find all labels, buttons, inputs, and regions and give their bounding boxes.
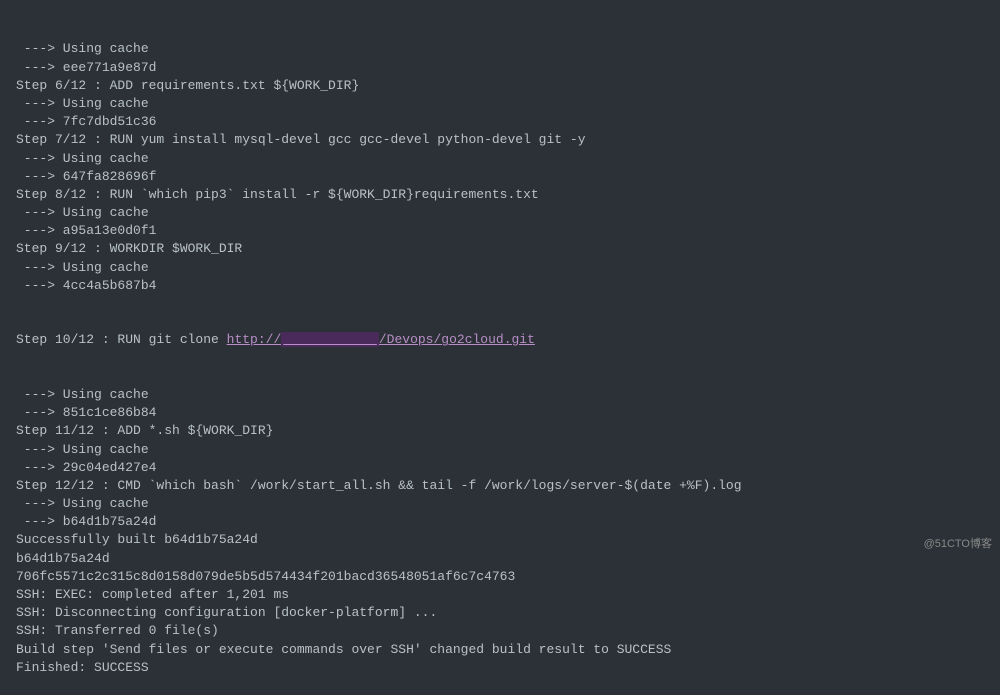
terminal-line: Finished: SUCCESS bbox=[16, 659, 1000, 677]
git-clone-url[interactable]: http:// /Devops/go2cloud.git bbox=[227, 332, 535, 347]
terminal-line: 706fc5571c2c315c8d0158d079de5b5d574434f2… bbox=[16, 568, 1000, 586]
terminal-line: Step 8/12 : RUN `which pip3` install -r … bbox=[16, 186, 1000, 204]
terminal-line: ---> 647fa828696f bbox=[16, 168, 1000, 186]
terminal-line: ---> b64d1b75a24d bbox=[16, 513, 1000, 531]
terminal-line: ---> Using cache bbox=[16, 441, 1000, 459]
docker-step-line: Step 10/12 : RUN git clone http:// /Devo… bbox=[16, 331, 1000, 349]
terminal-line: ---> Using cache bbox=[16, 259, 1000, 277]
terminal-line: SSH: Transferred 0 file(s) bbox=[16, 622, 1000, 640]
terminal-line: Step 11/12 : ADD *.sh ${WORK_DIR} bbox=[16, 422, 1000, 440]
terminal-line: ---> Using cache bbox=[16, 386, 1000, 404]
terminal-line: ---> 29c04ed427e4 bbox=[16, 459, 1000, 477]
terminal-line: b64d1b75a24d bbox=[16, 550, 1000, 568]
terminal-line: ---> Using cache bbox=[16, 150, 1000, 168]
terminal-line: ---> Using cache bbox=[16, 204, 1000, 222]
terminal-line: SSH: EXEC: completed after 1,201 ms bbox=[16, 586, 1000, 604]
terminal-line: ---> Using cache bbox=[16, 95, 1000, 113]
terminal-line: ---> 4cc4a5b687b4 bbox=[16, 277, 1000, 295]
terminal-line: Step 9/12 : WORKDIR $WORK_DIR bbox=[16, 240, 1000, 258]
terminal-line: SSH: Disconnecting configuration [docker… bbox=[16, 604, 1000, 622]
terminal-line: Step 12/12 : CMD `which bash` /work/star… bbox=[16, 477, 1000, 495]
terminal-line: Build step 'Send files or execute comman… bbox=[16, 641, 1000, 659]
terminal-line: ---> Using cache bbox=[16, 40, 1000, 58]
terminal-output: ---> Using cache ---> eee771a9e87dStep 6… bbox=[0, 4, 1000, 695]
watermark-label: @51CTO博客 bbox=[924, 537, 992, 552]
terminal-line: ---> 7fc7dbd51c36 bbox=[16, 113, 1000, 131]
terminal-line: Step 7/12 : RUN yum install mysql-devel … bbox=[16, 131, 1000, 149]
terminal-line: ---> 851c1ce86b84 bbox=[16, 404, 1000, 422]
terminal-line: ---> Using cache bbox=[16, 495, 1000, 513]
redacted-host bbox=[281, 332, 379, 347]
terminal-line: ---> a95a13e0d0f1 bbox=[16, 222, 1000, 240]
step-prefix: Step 10/12 : RUN git clone bbox=[16, 332, 227, 347]
terminal-line: Step 6/12 : ADD requirements.txt ${WORK_… bbox=[16, 77, 1000, 95]
terminal-line: Successfully built b64d1b75a24d bbox=[16, 531, 1000, 549]
terminal-line: ---> eee771a9e87d bbox=[16, 59, 1000, 77]
